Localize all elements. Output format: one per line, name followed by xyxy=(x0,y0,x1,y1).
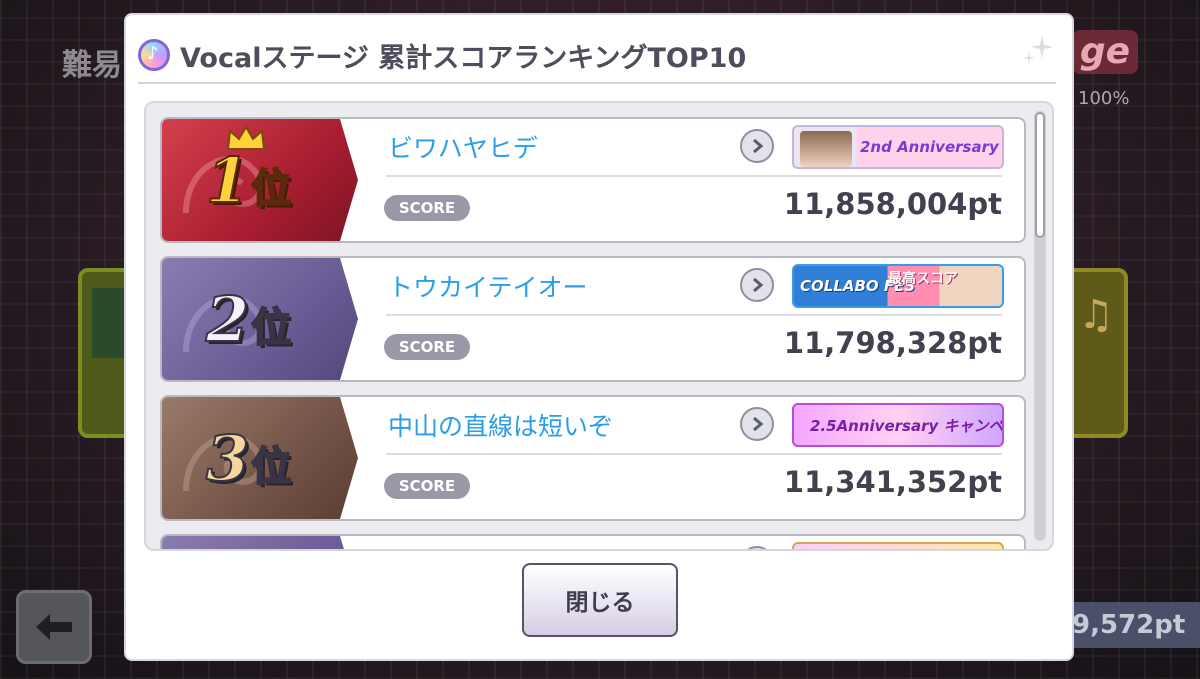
character-portrait xyxy=(800,131,852,167)
title-banner: 2nd Anniversary xyxy=(792,125,1004,169)
difficulty-label: 難易 xyxy=(62,48,122,83)
rank-plate-4 xyxy=(162,536,358,549)
back-button[interactable] xyxy=(16,590,92,664)
title-banner: COLLABO FES 最高スコア xyxy=(792,264,1004,308)
total-score: 9,572pt xyxy=(1062,602,1200,648)
chevron-right-icon xyxy=(753,278,764,292)
ranking-row-3[interactable]: 3位 中山の直線は短いぞ 2.5Anniversary キャンペーン SCORE… xyxy=(160,395,1026,521)
stage-badge: ge xyxy=(1072,30,1138,74)
sparkle-icon xyxy=(1023,35,1053,65)
title-banner xyxy=(792,542,1004,549)
ranking-row-1[interactable]: 1位 ビワハヤヒデ 2nd Anniversary SCORE 11,858,0… xyxy=(160,117,1026,243)
title-banner: 2.5Anniversary キャンペーン xyxy=(792,403,1004,447)
rank-plate-2: 2位 xyxy=(162,258,358,380)
score-value: 11,798,328pt xyxy=(783,326,1002,360)
score-label: SCORE xyxy=(384,195,470,221)
profile-detail-button[interactable] xyxy=(740,129,774,163)
ranking-row-4[interactable] xyxy=(160,534,1026,549)
trainer-name[interactable]: ビワハヤヒデ xyxy=(388,129,538,165)
score-label: SCORE xyxy=(384,473,470,499)
profile-detail-button[interactable] xyxy=(740,546,774,549)
close-button[interactable]: 閉じる xyxy=(522,563,678,637)
score-value: 11,858,004pt xyxy=(783,187,1002,221)
trainer-name[interactable]: 中山の直線は短いぞ xyxy=(388,407,613,443)
score-value: 11,341,352pt xyxy=(783,465,1002,499)
profile-detail-button[interactable] xyxy=(740,268,774,302)
trainer-name[interactable]: トウカイテイオー xyxy=(388,268,588,304)
scrollbar[interactable] xyxy=(1034,111,1046,541)
music-note-icon: ♫ xyxy=(1078,292,1114,338)
profile-detail-button[interactable] xyxy=(740,407,774,441)
dialog-title: Vocalステージ 累計スコアランキングTOP10 xyxy=(180,42,747,74)
header-divider xyxy=(138,82,1056,84)
dialog-header: Vocalステージ 累計スコアランキングTOP10 xyxy=(138,35,746,75)
scroll-thumb[interactable] xyxy=(1035,112,1045,238)
rank-plate-3: 3位 xyxy=(162,397,358,519)
rank-number: 1位 xyxy=(205,143,292,218)
ranking-dialog: Vocalステージ 累計スコアランキングTOP10 1位 ビワハヤヒデ xyxy=(124,13,1074,661)
chevron-right-icon xyxy=(753,417,764,431)
ranking-row-2[interactable]: 2位 トウカイテイオー COLLABO FES 最高スコア SCORE 11,7… xyxy=(160,256,1026,382)
chevron-right-icon xyxy=(753,139,764,153)
score-label: SCORE xyxy=(384,334,470,360)
rank-number: 3位 xyxy=(205,421,292,496)
ranking-list[interactable]: 1位 ビワハヤヒデ 2nd Anniversary SCORE 11,858,0… xyxy=(144,101,1054,551)
back-arrow-icon xyxy=(36,614,72,640)
rank-plate-1: 1位 xyxy=(162,119,358,241)
vocal-stage-icon xyxy=(138,39,170,71)
rank-number: 2位 xyxy=(205,282,292,357)
progress-percent: 100% xyxy=(1078,88,1130,109)
